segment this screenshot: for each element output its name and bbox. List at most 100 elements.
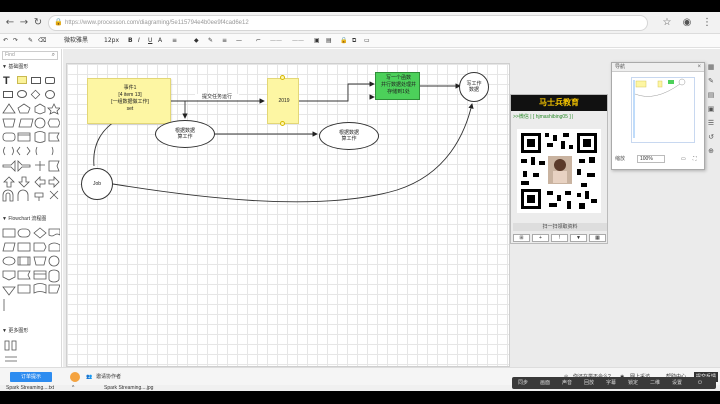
sticky-note-year[interactable]: 2019 bbox=[267, 78, 299, 124]
font-select[interactable]: 微软雅黑 bbox=[64, 36, 98, 46]
arrange-icon[interactable]: ▤ bbox=[326, 36, 332, 46]
taskbar-item-8[interactable]: 设置 bbox=[672, 379, 682, 387]
ad-button-1[interactable]: ⊞ bbox=[513, 234, 530, 242]
data-icon[interactable]: ▤ bbox=[706, 90, 716, 100]
theme-icon[interactable]: ⊕ bbox=[706, 146, 716, 156]
fit-page-icon[interactable]: ▭ bbox=[681, 154, 686, 164]
user-avatar[interactable] bbox=[70, 372, 80, 382]
clear-format-icon[interactable]: ⌫ bbox=[38, 36, 46, 46]
format-painter-icon[interactable]: ✎ bbox=[28, 36, 33, 46]
taskbar-item-1[interactable]: 同步 bbox=[518, 379, 528, 387]
collab-icon[interactable]: 👥 bbox=[86, 372, 92, 382]
ad-button-2[interactable]: + bbox=[532, 234, 549, 242]
shape-library-panel: Find ⌕ ▼ 基础图形 T ▼ Flowchart 流程图 ▼ 更多图形 bbox=[0, 49, 62, 367]
collab-label[interactable]: 邀请协作者 bbox=[96, 372, 121, 382]
green-process-box[interactable]: 写一个函数 并行数据处理并 存储到1处 bbox=[375, 72, 420, 100]
line-width-icon[interactable]: — bbox=[236, 36, 242, 46]
star-icon[interactable]: ☆ bbox=[660, 16, 674, 30]
editor-toolbar: ↶ ↷ ✎ ⌫ 微软雅黑 12px B I U A ≡ ◆ ✎ ≡ — ⌐ ——… bbox=[0, 34, 720, 48]
layers-icon[interactable]: ▣ bbox=[706, 104, 716, 114]
line-style-icon[interactable]: ≡ bbox=[222, 36, 227, 46]
taskbar-item-7[interactable]: 二维 bbox=[650, 379, 660, 387]
sticky-note-start[interactable]: 事件1 [4 item 13] [一组数据做工作] set bbox=[87, 78, 171, 124]
text-color-button[interactable]: A bbox=[158, 36, 162, 46]
shape-search-input[interactable]: Find ⌕ bbox=[2, 51, 58, 60]
year-handle-top[interactable] bbox=[280, 75, 285, 80]
bold-button[interactable]: B bbox=[128, 36, 133, 46]
taskbar-item-3[interactable]: 声音 bbox=[562, 379, 572, 387]
close-icon[interactable]: × bbox=[697, 63, 701, 72]
diamond-shape-icon[interactable] bbox=[30, 89, 41, 100]
navigator-toggle-icon[interactable]: ▦ bbox=[706, 62, 716, 72]
circle-node-job[interactable]: Job bbox=[81, 168, 113, 200]
url-text: https://www.processon.com/diagraming/5e1… bbox=[65, 20, 249, 26]
reload-icon[interactable]: ↻ bbox=[31, 16, 45, 30]
navigator-title: 导航 bbox=[615, 64, 626, 70]
line-start-icon[interactable]: —— bbox=[270, 36, 282, 46]
fullscreen-icon[interactable]: ⛶ bbox=[693, 154, 697, 164]
ad-button-4[interactable]: ▼ bbox=[570, 234, 587, 242]
undo-icon[interactable]: ↶ bbox=[3, 36, 8, 46]
flowchart-shapes-grid[interactable] bbox=[2, 227, 60, 319]
history-icon[interactable]: ↺ bbox=[706, 132, 716, 142]
browser-window: ← → ↻ 🔒 https://www.processon.com/diagra… bbox=[0, 12, 720, 391]
extension-icon[interactable]: ◉ bbox=[680, 16, 694, 30]
power-icon[interactable]: ⏻ bbox=[698, 379, 702, 387]
qr-code-icon bbox=[517, 129, 601, 213]
rounded-rect-shape-icon[interactable] bbox=[45, 77, 55, 84]
italic-button[interactable]: I bbox=[138, 36, 140, 46]
ad-buttons: ⊞ + ! ▼ ▦ bbox=[513, 234, 607, 243]
circle-shape-icon[interactable] bbox=[45, 90, 55, 99]
line-color-icon[interactable]: ✎ bbox=[208, 36, 213, 46]
taskbar-item-5[interactable]: 字幕 bbox=[606, 379, 616, 387]
taskbar-item-6[interactable]: 锁定 bbox=[628, 379, 638, 387]
feedback-button[interactable]: 订单提示 bbox=[10, 372, 52, 382]
edge-label-submit: 提交任务运行 bbox=[195, 94, 239, 100]
lock-shape-icon[interactable]: 🔒 bbox=[340, 36, 347, 46]
more-shapes-grid[interactable] bbox=[2, 339, 60, 367]
zoom-label: 缩放 bbox=[615, 156, 626, 162]
style-icon[interactable]: ✎ bbox=[706, 76, 716, 86]
download-item-1[interactable]: Spark Streaming....txt bbox=[6, 385, 54, 391]
rect-shape-icon[interactable] bbox=[31, 77, 41, 84]
back-icon[interactable]: ← bbox=[3, 16, 17, 30]
navigator-thumbnail[interactable] bbox=[631, 77, 695, 143]
comment-icon[interactable]: ☰ bbox=[706, 118, 716, 128]
copy-icon[interactable]: ⧉ bbox=[352, 36, 356, 46]
url-input[interactable]: 🔒 https://www.processon.com/diagraming/5… bbox=[48, 15, 648, 31]
connector-icon[interactable]: ⌐ bbox=[256, 36, 261, 46]
diagram-page[interactable]: 事件1 [4 item 13] [一组数据做工作] set 2019 提交任务运… bbox=[66, 63, 510, 367]
zoom-input[interactable]: 100% bbox=[637, 155, 665, 163]
chevron-up-icon[interactable]: ^ bbox=[72, 385, 74, 391]
ellipse-node-mid[interactable]: 根据数据 算工作 bbox=[319, 122, 379, 150]
circle-node-right[interactable]: 写工作 数据 bbox=[459, 72, 489, 102]
section-general[interactable]: ▼ 基础图形 bbox=[2, 63, 28, 71]
navigator-header: 导航 × bbox=[612, 63, 704, 72]
font-size-select[interactable]: 12px bbox=[104, 36, 122, 46]
taskbar-item-4[interactable]: 回放 bbox=[584, 379, 594, 387]
mid-ellipse-line-2: 算工作 bbox=[341, 136, 357, 142]
ad-button-5[interactable]: ▦ bbox=[589, 234, 606, 242]
section-flowchart[interactable]: ▼ Flowchart 流程图 bbox=[2, 215, 46, 223]
forward-icon[interactable]: → bbox=[17, 16, 31, 30]
square-shape-icon[interactable] bbox=[3, 91, 13, 98]
delete-icon[interactable]: ▭ bbox=[364, 36, 370, 46]
green-line-2: 并行数据处理并 bbox=[380, 82, 416, 88]
text-shape-icon[interactable]: T bbox=[3, 75, 10, 87]
group-icon[interactable]: ▣ bbox=[314, 36, 320, 46]
section-more[interactable]: ▼ 更多图形 bbox=[2, 327, 28, 335]
line-end-icon[interactable]: —— bbox=[292, 36, 304, 46]
underline-button[interactable]: U bbox=[148, 36, 152, 46]
align-icon[interactable]: ≡ bbox=[172, 36, 177, 46]
fill-icon[interactable]: ◆ bbox=[194, 36, 199, 46]
year-handle-bottom[interactable] bbox=[280, 121, 285, 126]
sticky-shape-icon[interactable] bbox=[17, 76, 27, 84]
taskbar-item-2[interactable]: 画面 bbox=[540, 379, 550, 387]
download-item-2[interactable]: Spark Streaming....jpg bbox=[104, 385, 153, 391]
ellipse-shape-icon[interactable] bbox=[17, 90, 27, 98]
basic-shapes-grid[interactable] bbox=[2, 103, 60, 213]
redo-icon[interactable]: ↷ bbox=[13, 36, 18, 46]
ad-button-3[interactable]: ! bbox=[551, 234, 568, 242]
ellipse-node-left[interactable]: 根据数据 算工作 bbox=[155, 120, 215, 148]
menu-icon[interactable]: ⋮ bbox=[700, 16, 714, 30]
